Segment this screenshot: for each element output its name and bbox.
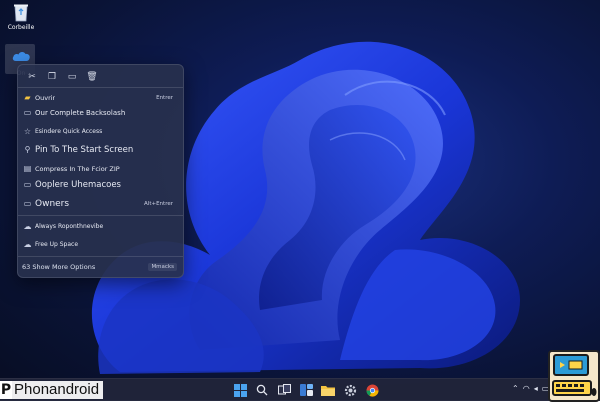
- gear-icon: [344, 384, 356, 396]
- folder-icon: [321, 385, 335, 396]
- menu-item-shortcut: Alt+Entrer: [144, 200, 173, 207]
- cloud-icon: ☁: [23, 240, 32, 249]
- folder-icon: ▰: [24, 93, 31, 102]
- settings-button[interactable]: [342, 382, 358, 398]
- computer-keyboard-badge: [548, 350, 600, 402]
- system-tray: ⌃ ◠ ◂ ▭: [512, 384, 549, 393]
- delete-icon[interactable]: 🗑: [86, 71, 98, 83]
- copy-path-icon: ▭: [23, 180, 32, 189]
- context-menu: ✂ ❐ ▭ 🗑 ▰ Ouvrir Entrer ▭ Our Complete B…: [17, 64, 184, 278]
- menu-item-open[interactable]: ▰ Ouvrir Entrer: [23, 91, 179, 104]
- search-button[interactable]: [254, 382, 270, 398]
- widgets-button[interactable]: [298, 382, 314, 398]
- phonandroid-watermark: P Phonandroid: [0, 380, 104, 400]
- context-menu-toolbar: ✂ ❐ ▭ 🗑: [18, 65, 183, 87]
- recycle-bin-label: Corbeille: [7, 24, 35, 31]
- menu-item-label: Compress In The Fcior ZIP: [35, 164, 120, 173]
- menu-item-shortcut: Entrer: [156, 94, 173, 101]
- chrome-icon: [366, 384, 378, 397]
- menu-item-properties[interactable]: ▭ Owners Alt+Entrer: [23, 197, 179, 210]
- phonandroid-logo-icon: P: [0, 381, 12, 399]
- menu-item-label: Always Roponthnevibe: [35, 223, 104, 230]
- task-view-icon: [277, 384, 291, 395]
- pin-icon: ⚲: [24, 145, 31, 154]
- menu-item-free-up-space[interactable]: ☁ Free Up Space: [23, 238, 179, 251]
- search-icon: [256, 384, 268, 396]
- folder-outline-icon: ▭: [23, 108, 32, 117]
- show-more-options[interactable]: 63 Show More Options Mmacks: [22, 261, 177, 273]
- menu-item-pin-start[interactable]: ⚲ Pin To The Start Screen: [23, 143, 179, 156]
- menu-item-label: Our Complete Backsolash: [35, 108, 126, 117]
- chevron-up-icon[interactable]: ⌃: [512, 384, 519, 393]
- menu-separator: [18, 256, 183, 257]
- show-more-label: 63 Show More Options: [22, 263, 96, 271]
- chrome-button[interactable]: [364, 382, 380, 398]
- menu-item-always-keep[interactable]: ☁ Always Roponthnevibe: [23, 220, 179, 233]
- menu-separator: [18, 87, 183, 88]
- computer-icon: [552, 354, 597, 396]
- menu-separator: [18, 215, 183, 216]
- taskbar-apps: [232, 382, 380, 398]
- menu-item-label: Esindere Quick Access: [35, 128, 103, 135]
- zip-icon: ▤: [23, 164, 32, 173]
- windows-logo-icon: [233, 383, 247, 397]
- menu-item-copy-path[interactable]: ▭ Our Complete Backsolash: [23, 106, 179, 119]
- wifi-icon[interactable]: ◠: [523, 384, 530, 393]
- menu-item-label: Pin To The Start Screen: [35, 144, 134, 155]
- recycle-bin-shortcut[interactable]: Corbeille: [3, 2, 39, 31]
- menu-item-compress-zip[interactable]: ▤ Compress In The Fcior ZIP: [23, 162, 179, 175]
- menu-item-label: Owners: [35, 198, 70, 209]
- widgets-icon: [299, 384, 313, 396]
- watermark-brand: Phonandroid: [12, 381, 104, 399]
- menu-item-quick-access[interactable]: ☆ Esindere Quick Access: [23, 125, 179, 138]
- properties-icon: ▭: [23, 199, 32, 208]
- menu-item-label: Free Up Space: [35, 241, 79, 248]
- cloud-keep-icon: ☁: [23, 222, 32, 231]
- recycle-bin-icon: [11, 2, 31, 22]
- copy-icon[interactable]: ❐: [46, 71, 58, 83]
- star-icon: ☆: [23, 127, 32, 136]
- file-explorer-button[interactable]: [320, 382, 336, 398]
- rename-icon[interactable]: ▭: [66, 71, 78, 83]
- cut-icon[interactable]: ✂: [26, 71, 38, 83]
- menu-item-label: Ouvrir: [35, 93, 56, 102]
- menu-item-copy-as-path[interactable]: ▭ Ooplere Uhemacoes: [23, 178, 179, 191]
- task-view-button[interactable]: [276, 382, 292, 398]
- menu-item-label: Ooplere Uhemacoes: [35, 179, 121, 190]
- show-more-shortcut: Mmacks: [148, 263, 177, 271]
- start-button[interactable]: [232, 382, 248, 398]
- speaker-icon[interactable]: ◂: [534, 384, 538, 393]
